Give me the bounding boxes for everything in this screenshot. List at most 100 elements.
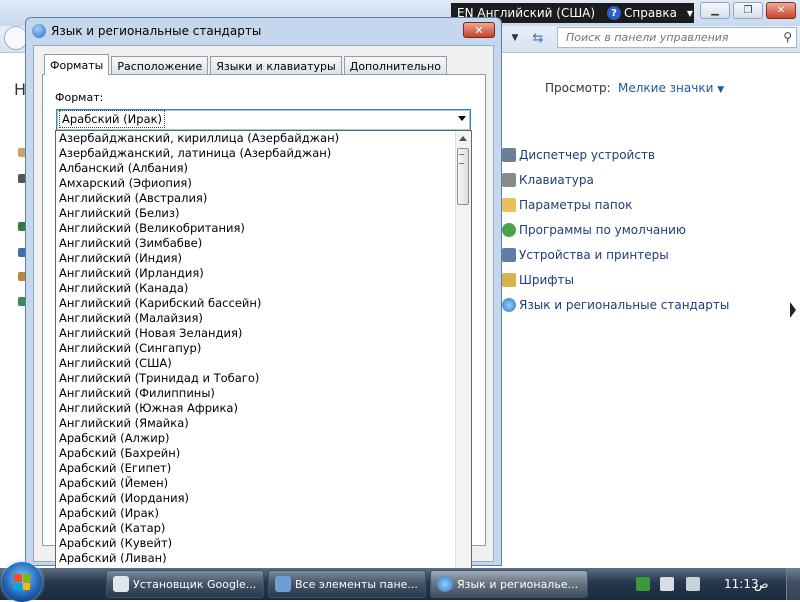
- dropdown-scrollbar[interactable]: [455, 131, 471, 581]
- keyboard-icon: [502, 173, 516, 187]
- control-panel-icon: [275, 576, 291, 592]
- help-label: Справка: [624, 6, 677, 20]
- cp-item-fonts[interactable]: Шрифты: [502, 272, 574, 288]
- format-label: Формат:: [55, 91, 104, 104]
- show-desktop-button[interactable]: [786, 568, 800, 600]
- format-option[interactable]: Азербайджанский, латиница (Азербайджан): [56, 146, 456, 161]
- taskbar-button-control-panel[interactable]: Все элементы пане...: [268, 570, 426, 598]
- tab-keyboards-languages[interactable]: Языки и клавиатуры: [210, 56, 342, 75]
- cp-item-label: Диспетчер устройств: [519, 148, 656, 162]
- cp-item-label: Язык и региональные стандарты: [519, 298, 730, 312]
- format-option[interactable]: Английский (Великобритания): [56, 221, 456, 236]
- taskbar: Установщик Google... Все элементы пане..…: [0, 562, 800, 602]
- format-option[interactable]: Арабский (Ливан): [56, 551, 456, 566]
- cp-item-label: Параметры папок: [519, 198, 633, 212]
- cp-item-label: Устройства и принтеры: [519, 248, 669, 262]
- mouse-cursor-icon: [790, 302, 796, 318]
- close-button[interactable]: ✕: [766, 2, 796, 19]
- format-option[interactable]: Арабский (Ирак): [56, 506, 456, 521]
- printer-icon: [502, 248, 516, 262]
- cp-item-keyboard[interactable]: Клавиатура: [502, 172, 594, 188]
- dialog-close-button[interactable]: ✕: [463, 22, 495, 38]
- refresh-icon[interactable]: ⇆: [527, 28, 549, 48]
- maximize-button[interactable]: ❐: [733, 2, 763, 19]
- format-options: Азербайджанский, кириллица (Азербайджан)…: [56, 131, 456, 581]
- network-tray-icon[interactable]: [660, 577, 674, 591]
- tab-location[interactable]: Расположение: [111, 56, 209, 75]
- scroll-up-icon[interactable]: [459, 136, 467, 141]
- taskbar-button-region-language[interactable]: Язык и региональе...: [430, 570, 588, 598]
- format-option[interactable]: Арабский (Иордания): [56, 491, 456, 506]
- security-tray-icon[interactable]: [636, 577, 650, 591]
- chevron-down-icon[interactable]: [458, 116, 466, 121]
- volume-muted-icon[interactable]: [686, 577, 700, 591]
- dialog-titlebar: Язык и региональные стандарты: [32, 22, 261, 40]
- cp-item-label: Программы по умолчанию: [519, 223, 687, 237]
- globe-icon: [502, 298, 516, 312]
- format-option[interactable]: Английский (Южная Африка): [56, 401, 456, 416]
- start-button[interactable]: [2, 562, 42, 602]
- format-option[interactable]: Английский (Австралия): [56, 191, 456, 206]
- cp-item-region-language[interactable]: Язык и региональные стандарты: [502, 297, 729, 313]
- format-option[interactable]: Английский (Новая Зеландия): [56, 326, 456, 341]
- help-icon: ?: [607, 6, 622, 20]
- format-option[interactable]: Арабский (Египет): [56, 461, 456, 476]
- format-option[interactable]: Арабский (Алжир): [56, 431, 456, 446]
- format-dropdown-list[interactable]: Азербайджанский, кириллица (Азербайджан)…: [55, 130, 472, 582]
- tab-strip: Форматы Расположение Языки и клавиатуры …: [44, 54, 449, 75]
- view-mode-select[interactable]: Мелкие значки ▼: [618, 81, 724, 95]
- view-mode-value: Мелкие значки: [618, 81, 714, 95]
- format-option[interactable]: Амхарский (Эфиопия): [56, 176, 456, 191]
- cp-item-devices-printers[interactable]: Устройства и принтеры: [502, 247, 669, 263]
- default-programs-icon: [502, 223, 516, 237]
- format-option[interactable]: Английский (Канада): [56, 281, 456, 296]
- format-option[interactable]: Английский (Зимбабве): [56, 236, 456, 251]
- language-bar-menu-icon[interactable]: ▼: [687, 9, 693, 18]
- format-option[interactable]: Английский (Сингапур): [56, 341, 456, 356]
- installer-icon: [113, 576, 129, 592]
- format-select-value: Арабский (Ирак): [58, 110, 166, 128]
- taskbar-button-label: Язык и региональе...: [457, 577, 579, 591]
- globe-icon: [32, 24, 46, 38]
- taskbar-button-installer[interactable]: Установщик Google...: [106, 570, 264, 598]
- search-icon[interactable]: ⚲: [783, 30, 792, 44]
- tab-administrative[interactable]: Дополнительно: [343, 56, 447, 75]
- format-select[interactable]: Арабский (Ирак): [56, 109, 471, 131]
- taskbar-button-label: Все элементы пане...: [295, 577, 418, 591]
- format-option[interactable]: Английский (Малайзия): [56, 311, 456, 326]
- search-box[interactable]: ⚲: [557, 27, 797, 48]
- tab-formats[interactable]: Форматы: [44, 54, 110, 75]
- cp-item-device-manager[interactable]: Диспетчер устройств: [502, 147, 655, 163]
- dialog-title: Язык и региональные стандарты: [51, 24, 262, 38]
- cp-item-default-programs[interactable]: Программы по умолчанию: [502, 222, 686, 238]
- format-option[interactable]: Английский (Филиппины): [56, 386, 456, 401]
- chevron-down-icon: ▼: [717, 85, 725, 95]
- cp-item-label: Шрифты: [519, 273, 574, 287]
- format-option[interactable]: Английский (Ямайка): [56, 416, 456, 431]
- format-option[interactable]: Арабский (Кувейт): [56, 536, 456, 551]
- format-option[interactable]: Албанский (Албания): [56, 161, 456, 176]
- globe-icon: [437, 576, 453, 592]
- format-option[interactable]: Английский (Ирландия): [56, 266, 456, 281]
- format-option[interactable]: Английский (США): [56, 356, 456, 371]
- scrollbar-grip-icon: [459, 154, 464, 164]
- help-button[interactable]: ? Справка: [607, 6, 677, 20]
- format-option[interactable]: Арабский (Бахрейн): [56, 446, 456, 461]
- format-option[interactable]: Арабский (Катар): [56, 521, 456, 536]
- format-option[interactable]: Английский (Тринидад и Тобаго): [56, 371, 456, 386]
- search-input[interactable]: [564, 30, 778, 45]
- clock-ampm[interactable]: ص: [754, 577, 769, 591]
- minimize-button[interactable]: ▁: [700, 2, 730, 19]
- taskbar-button-label: Установщик Google...: [133, 577, 257, 591]
- cp-item-label: Клавиатура: [519, 173, 594, 187]
- folder-icon: [502, 198, 516, 212]
- format-option[interactable]: Азербайджанский, кириллица (Азербайджан): [56, 131, 456, 146]
- address-dropdown-icon[interactable]: ▼: [506, 28, 524, 48]
- view-label: Просмотр:: [545, 81, 611, 95]
- format-option[interactable]: Английский (Белиз): [56, 206, 456, 221]
- format-option[interactable]: Арабский (Йемен): [56, 476, 456, 491]
- windows-logo-icon: [14, 574, 30, 590]
- format-option[interactable]: Английский (Карибский бассейн): [56, 296, 456, 311]
- cp-item-folder-options[interactable]: Параметры папок: [502, 197, 632, 213]
- format-option[interactable]: Английский (Индия): [56, 251, 456, 266]
